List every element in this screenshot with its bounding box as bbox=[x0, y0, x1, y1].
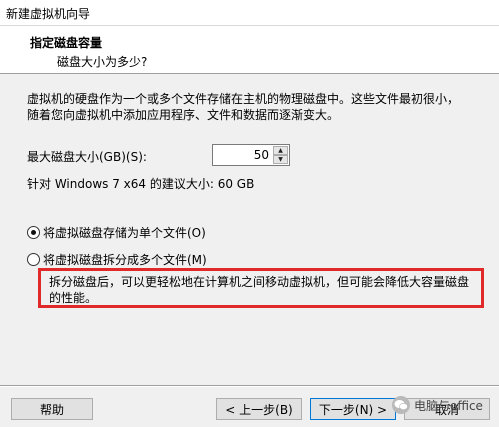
watermark-text: 电脑与office bbox=[414, 398, 483, 413]
split-note-text: 拆分磁盘后，可以更轻松地在计算机之间移动虚拟机，但可能会降低大容量磁盘的性能。 bbox=[49, 275, 470, 305]
wechat-icon bbox=[392, 396, 410, 414]
help-button[interactable]: 帮助 bbox=[11, 398, 93, 420]
disk-size-value[interactable]: 50 bbox=[254, 148, 269, 162]
back-button[interactable]: < 上一步(B) bbox=[216, 398, 302, 420]
stepper-down-button[interactable]: ▼ bbox=[273, 155, 288, 164]
next-button[interactable]: 下一步(N) > bbox=[310, 398, 396, 420]
recommended-size-text: 针对 Windows 7 x64 的建议大小: 60 GB bbox=[27, 177, 255, 191]
radio-split-files[interactable]: 将虚拟磁盘拆分成多个文件(M) bbox=[27, 251, 207, 268]
description-text: 虚拟机的硬盘作为一个或多个文件存储在主机的物理磁盘中。这些文件最初很小，随着您向… bbox=[27, 92, 460, 122]
window-title: 新建虚拟机向导 bbox=[6, 7, 91, 21]
disk-size-stepper[interactable]: 50 ▲ ▼ bbox=[212, 144, 290, 166]
footer-divider bbox=[0, 385, 499, 387]
radio-single-file[interactable]: 将虚拟磁盘存储为单个文件(O) bbox=[27, 224, 206, 241]
radio-single-file-label[interactable]: 将虚拟磁盘存储为单个文件(O) bbox=[43, 224, 206, 241]
stepper-up-button[interactable]: ▲ bbox=[273, 146, 288, 155]
stepper-buttons: ▲ ▼ bbox=[273, 146, 288, 164]
page-title: 指定磁盘容量 bbox=[30, 36, 103, 50]
arrow-down-icon: ▼ bbox=[278, 155, 283, 163]
radio-single-file-indicator[interactable] bbox=[27, 226, 40, 239]
disk-size-label: 最大磁盘大小(GB)(S): bbox=[27, 150, 147, 164]
watermark: 电脑与office bbox=[392, 396, 483, 414]
radio-split-files-label[interactable]: 将虚拟磁盘拆分成多个文件(M) bbox=[43, 251, 207, 268]
page-subtitle: 磁盘大小为多少? bbox=[57, 55, 148, 69]
arrow-up-icon: ▲ bbox=[278, 146, 283, 154]
wizard-header: 指定磁盘容量 磁盘大小为多少? bbox=[0, 26, 499, 74]
split-note-highlight: 拆分磁盘后，可以更轻松地在计算机之间移动虚拟机，但可能会降低大容量磁盘的性能。 bbox=[38, 268, 484, 308]
title-bar: 新建虚拟机向导 bbox=[0, 0, 499, 26]
radio-split-files-indicator[interactable] bbox=[27, 253, 40, 266]
